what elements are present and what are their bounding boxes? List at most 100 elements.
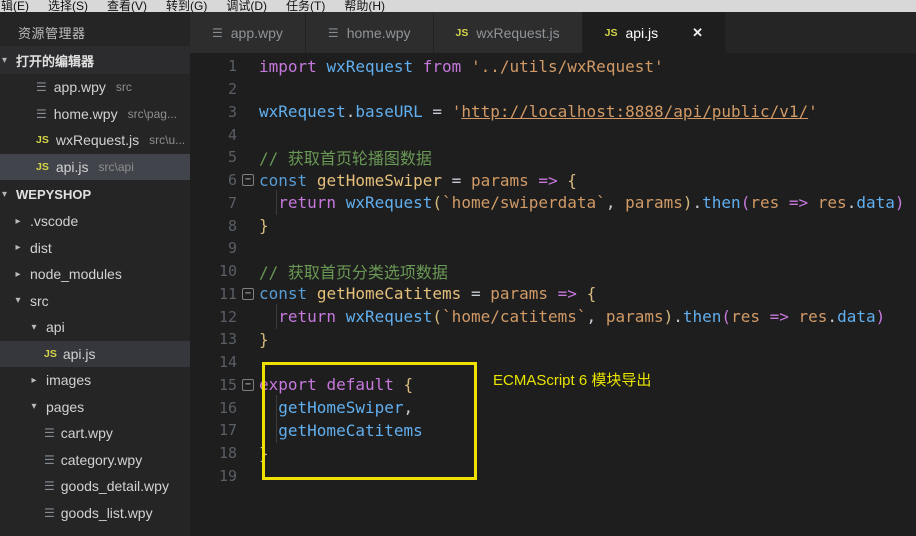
wpy-file-icon: ☰ <box>36 81 47 93</box>
open-editors-label: 打开的编辑器 <box>16 51 94 70</box>
file-name: api.js <box>56 159 89 175</box>
tree-folder-.vscode[interactable]: ▸.vscode <box>0 208 190 235</box>
tree-file-goods_detail.wpy[interactable]: ☰ goods_detail.wpy <box>0 473 190 500</box>
tree-item-label: images <box>46 372 91 388</box>
code-text: // 获取首页分类选项数据 <box>259 259 448 283</box>
tree-folder-src[interactable]: ▾src <box>0 288 190 315</box>
line-number: 6 <box>190 171 237 189</box>
tab-label: wxRequest.js <box>476 25 559 41</box>
line-number: 5 <box>190 148 237 166</box>
js-file-icon: JS <box>44 348 57 360</box>
file-path: src\pag... <box>128 107 177 121</box>
code-lines: 1 import wxRequest from '../utils/wxReque… <box>190 53 916 487</box>
open-editor-item[interactable]: ☰app.wpysrc <box>0 74 190 101</box>
code-line: 8} <box>190 214 916 237</box>
line-number: 15 <box>190 376 237 394</box>
code-text: } <box>259 330 269 349</box>
code-text: getHomeCatitems <box>259 421 423 440</box>
fold-icon[interactable]: − <box>242 288 254 300</box>
code-line: 19 <box>190 465 916 488</box>
wpy-file-icon: ☰ <box>212 27 223 39</box>
tree-folder-images[interactable]: ▸ images <box>0 367 190 394</box>
tree-file-goods_list.wpy[interactable]: ☰goods_list.wpy <box>0 500 190 527</box>
code-line: 18} <box>190 442 916 465</box>
code-text: } <box>259 216 269 235</box>
wpy-file-icon: ☰ <box>44 480 55 492</box>
code-line: 10// 获取首页分类选项数据 <box>190 260 916 283</box>
tree-file-category.wpy[interactable]: ☰category.wpy <box>0 447 190 474</box>
fold-column: − <box>237 174 259 186</box>
project-name-label: WEPYSHOP <box>16 187 91 202</box>
code-line: 5// 获取首页轮播图数据 <box>190 146 916 169</box>
code-text: import wxRequest from '../utils/wxReques… <box>259 57 664 76</box>
chevron-right-icon: ▸ <box>12 269 24 280</box>
explorer-sidebar: 资源管理器 ▾ 打开的编辑器 ☰app.wpysrc☰home.wpysrc\p… <box>0 12 190 536</box>
code-line: 17 getHomeCatitems <box>190 419 916 442</box>
js-file-icon: JS <box>36 161 49 173</box>
code-line: 13} <box>190 328 916 351</box>
chevron-right-icon: ▸ <box>28 375 40 386</box>
line-number: 19 <box>190 467 237 485</box>
indent-guide-line <box>276 304 277 329</box>
menu-item[interactable]: 辑(E) <box>1 0 29 12</box>
menu-item[interactable]: 选择(S) <box>48 0 88 12</box>
indent-guide-line <box>276 418 277 443</box>
open-editors-header[interactable]: ▾ 打开的编辑器 <box>0 46 190 74</box>
tab-label: home.wpy <box>347 25 411 41</box>
tree-file-api.js[interactable]: JSapi.js <box>0 341 190 368</box>
code-line: 7 return wxRequest(`home/swiperdata`, pa… <box>190 192 916 215</box>
open-editor-item[interactable]: JSapi.jssrc\api <box>0 154 190 181</box>
line-number: 14 <box>190 353 237 371</box>
tree-folder-dist[interactable]: ▸dist <box>0 235 190 262</box>
wpy-file-icon: ☰ <box>44 427 55 439</box>
tab-app.wpy[interactable]: ☰ app.wpy <box>190 12 306 53</box>
file-path: src\u... <box>149 133 185 147</box>
tree-item-label: cart.wpy <box>61 425 113 441</box>
close-icon[interactable]: ✕ <box>692 25 703 41</box>
js-file-icon: JS <box>456 27 469 39</box>
code-line: 1 import wxRequest from '../utils/wxReque… <box>190 55 916 78</box>
tree-item-label: node_modules <box>30 266 122 282</box>
tree-folder-pages[interactable]: ▾pages <box>0 394 190 421</box>
line-number: 1 <box>190 57 237 75</box>
code-editor[interactable]: 1 import wxRequest from '../utils/wxReque… <box>190 53 916 536</box>
tree-folder-node_modules[interactable]: ▸ node_modules <box>0 261 190 288</box>
tree-item-label: goods_detail.wpy <box>61 478 169 494</box>
menu-item[interactable]: 转到(G) <box>166 0 207 12</box>
file-name: home.wpy <box>54 106 118 122</box>
tab-wxRequest.js[interactable]: JS wxRequest.js <box>434 12 583 53</box>
tree-item-label: goods_list.wpy <box>61 505 153 521</box>
chevron-down-icon: ▾ <box>28 322 40 333</box>
tab-home.wpy[interactable]: ☰home.wpy <box>306 12 434 53</box>
tree-folder-api[interactable]: ▾ api <box>0 314 190 341</box>
code-text: const getHomeCatitems = params => { <box>259 284 596 303</box>
tree-item-label: .vscode <box>30 213 78 229</box>
annotation-text: ECMAScript 6 模块导出 <box>493 369 651 390</box>
chevron-down-icon: ▾ <box>2 55 16 66</box>
tree-item-label: src <box>30 293 49 309</box>
line-number: 7 <box>190 194 237 212</box>
line-number: 9 <box>190 239 237 257</box>
open-editor-item[interactable]: ☰ home.wpy src\pag... <box>0 101 190 128</box>
open-editor-item[interactable]: JSwxRequest.jssrc\u... <box>0 127 190 154</box>
menu-item[interactable]: 任务(T) <box>286 0 325 12</box>
menu-item[interactable]: 帮助(H) <box>344 0 385 12</box>
indent-guide-line <box>276 395 277 420</box>
code-line: 16 getHomeSwiper, <box>190 396 916 419</box>
tab-label: app.wpy <box>231 25 283 41</box>
project-header[interactable]: ▾ WEPYSHOP <box>0 180 190 208</box>
js-file-icon: JS <box>605 27 618 39</box>
wpy-file-icon: ☰ <box>36 108 47 120</box>
tree-item-label: api <box>46 319 65 335</box>
menu-item[interactable]: 调试(D) <box>226 0 267 12</box>
tab-api.js[interactable]: JSapi.js✕ <box>583 12 726 53</box>
tree-file-cart.wpy[interactable]: ☰ cart.wpy <box>0 420 190 447</box>
indent-guide-line <box>276 190 277 215</box>
fold-icon[interactable]: − <box>242 379 254 391</box>
menu-item[interactable]: 查看(V) <box>107 0 147 12</box>
code-text: } <box>259 444 269 463</box>
file-tree: ▸.vscode▸dist▸node_modules▾src▾apiJSapi.… <box>0 208 190 526</box>
fold-icon[interactable]: − <box>242 174 254 186</box>
chevron-right-icon: ▸ <box>12 242 24 253</box>
code-line: 9 <box>190 237 916 260</box>
